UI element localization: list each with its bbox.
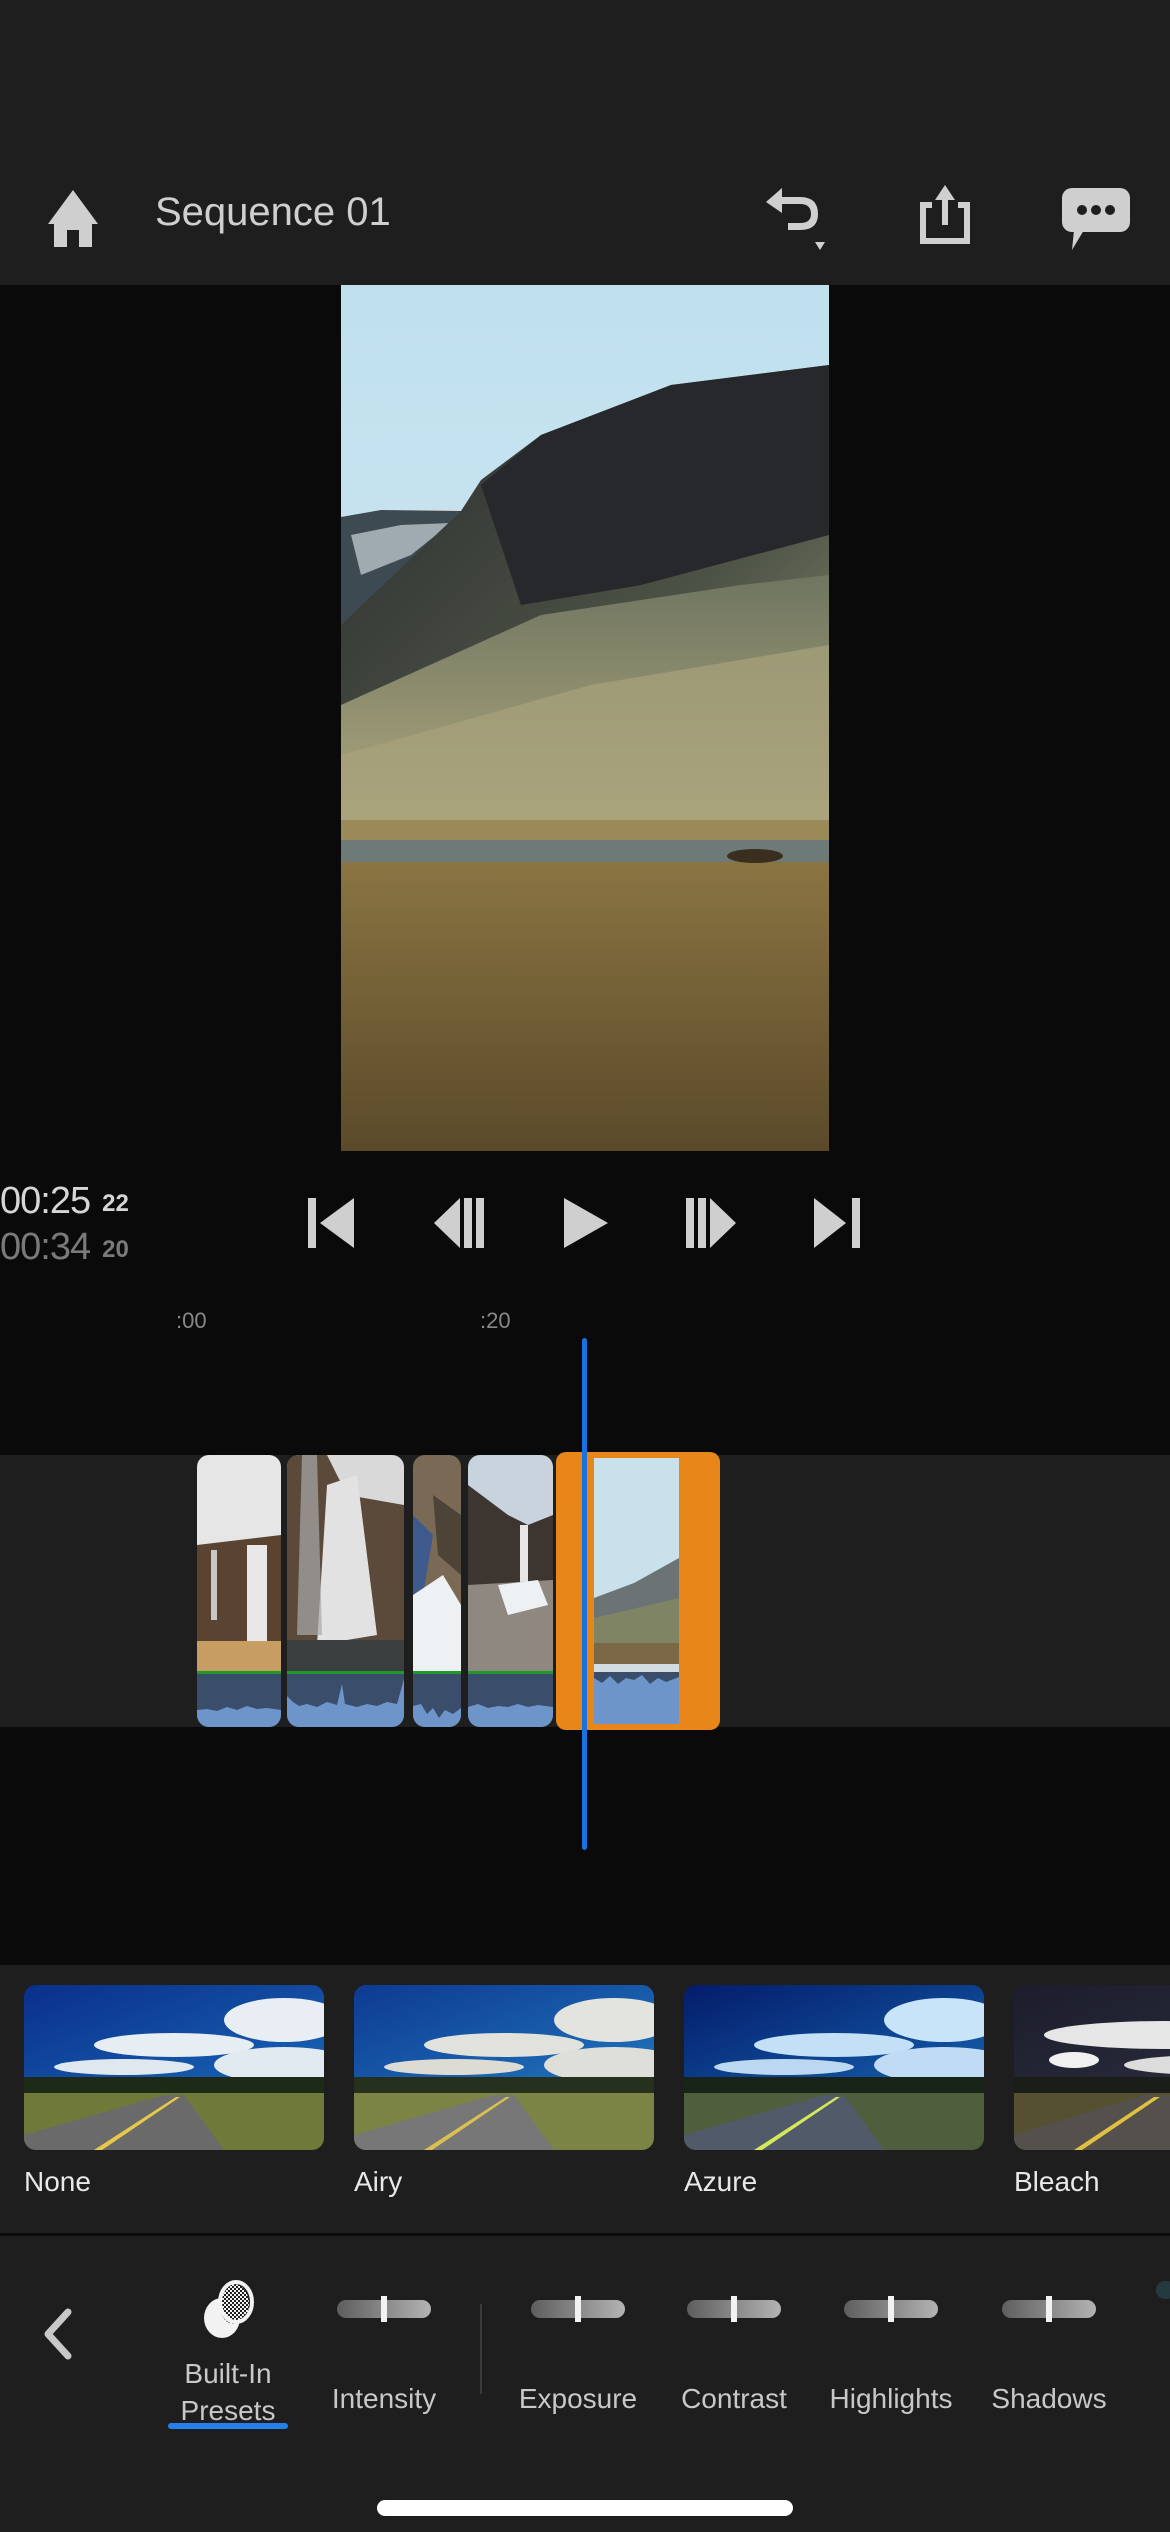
tool-label: Intensity bbox=[331, 2383, 437, 2414]
skip-to-start-icon bbox=[308, 1198, 354, 1248]
slider-icon bbox=[844, 2296, 938, 2322]
timeline-clip-waterfall-3[interactable] bbox=[468, 1455, 553, 1727]
timeline-clip-mountain-selected[interactable] bbox=[556, 1452, 720, 1730]
timeline-clip-snow-rock[interactable] bbox=[413, 1455, 461, 1727]
clip-thumbnail bbox=[594, 1458, 679, 1724]
chat-icon bbox=[1062, 188, 1130, 250]
tool-exposure[interactable]: Exposure bbox=[514, 2266, 642, 2417]
slider-icon bbox=[687, 2296, 781, 2322]
back-button[interactable] bbox=[38, 2306, 78, 2366]
slider-icon bbox=[1002, 2296, 1096, 2322]
slider-icon bbox=[337, 2296, 431, 2322]
tool-label: Exposure bbox=[518, 2383, 638, 2414]
preset-label: Airy bbox=[354, 2166, 403, 2197]
preset-thumbnail bbox=[684, 1985, 984, 2150]
step-back-icon bbox=[434, 1198, 484, 1248]
timeline-clip-waterfall-1[interactable] bbox=[197, 1455, 281, 1727]
clip-thumbnail bbox=[287, 1455, 404, 1671]
play-icon bbox=[564, 1198, 608, 1248]
preset-label: None bbox=[24, 2166, 91, 2197]
step-back-button[interactable] bbox=[432, 1195, 486, 1251]
tool-intensity[interactable]: Intensity bbox=[320, 2266, 448, 2417]
preset-thumbnail bbox=[24, 1985, 324, 2150]
preset-thumbnail bbox=[354, 1985, 654, 2150]
comments-button[interactable] bbox=[1060, 186, 1132, 254]
tool-highlights[interactable]: Highlights bbox=[822, 2266, 960, 2417]
video-preview[interactable] bbox=[341, 285, 829, 1151]
timeline-clip-waterfall-2[interactable] bbox=[287, 1455, 404, 1727]
share-icon bbox=[920, 185, 970, 244]
top-bar: Sequence 01 bbox=[0, 150, 1170, 285]
skip-to-end-icon bbox=[814, 1198, 860, 1248]
home-indicator[interactable] bbox=[377, 2500, 793, 2516]
play-button[interactable] bbox=[560, 1195, 612, 1251]
step-forward-button[interactable] bbox=[684, 1195, 740, 1251]
audio-waveform bbox=[197, 1674, 281, 1727]
audio-waveform bbox=[287, 1674, 404, 1727]
tool-built-in-presets[interactable]: Built-In Presets bbox=[170, 2266, 286, 2429]
preset-none[interactable]: None bbox=[24, 1985, 324, 2198]
tool-contrast[interactable]: Contrast bbox=[670, 2266, 798, 2417]
current-time: 00:25 bbox=[0, 1180, 91, 1222]
slider-icon bbox=[531, 2296, 625, 2322]
timecode-display: 00:25 22 00:34 20 bbox=[0, 1180, 129, 1272]
sequence-title[interactable]: Sequence 01 bbox=[155, 190, 391, 235]
audio-waveform bbox=[413, 1674, 461, 1727]
share-button[interactable] bbox=[910, 180, 980, 250]
tool-label: Shadows bbox=[991, 2383, 1107, 2414]
skip-to-start-button[interactable] bbox=[306, 1195, 358, 1251]
preset-label: Azure bbox=[684, 2166, 758, 2197]
active-tab-indicator bbox=[168, 2423, 288, 2429]
adjustment-toolbar: Built-In Presets Intensity Exposure Cont… bbox=[0, 2236, 1170, 2532]
ruler-label-20: :20 bbox=[480, 1308, 511, 1333]
skip-to-end-button[interactable] bbox=[810, 1195, 864, 1251]
clip-thumbnail bbox=[413, 1455, 461, 1671]
playhead[interactable] bbox=[582, 1338, 587, 1850]
tool-label: Built-In Presets bbox=[180, 2358, 276, 2426]
selected-clip-content bbox=[594, 1458, 679, 1724]
status-bar-area bbox=[0, 0, 1170, 150]
chevron-left-icon bbox=[44, 2308, 72, 2360]
undo-icon bbox=[766, 188, 825, 250]
ruler-label-00: :00 bbox=[176, 1308, 207, 1333]
total-frames: 20 bbox=[102, 1236, 129, 1263]
tool-partially-visible[interactable] bbox=[1156, 2281, 1170, 2299]
home-icon bbox=[48, 190, 98, 247]
mountain-scene-image bbox=[341, 285, 829, 1151]
tool-shadows[interactable]: Shadows bbox=[984, 2266, 1114, 2417]
preset-airy[interactable]: Airy bbox=[354, 1985, 654, 2198]
presets-strip: None Airy Azure Bleach bbox=[0, 1965, 1170, 2235]
preset-thumbnail bbox=[1014, 1985, 1170, 2150]
home-button[interactable] bbox=[38, 182, 108, 252]
toolbar-separator bbox=[480, 2304, 482, 2394]
preset-label: Bleach bbox=[1014, 2166, 1100, 2197]
presets-icon bbox=[204, 2280, 254, 2338]
total-duration: 00:34 bbox=[0, 1226, 91, 1268]
audio-waveform bbox=[468, 1674, 553, 1727]
tool-label: Contrast bbox=[681, 2383, 787, 2414]
clip-thumbnail bbox=[468, 1455, 553, 1671]
preset-azure[interactable]: Azure bbox=[684, 1985, 984, 2198]
step-forward-icon bbox=[686, 1198, 736, 1248]
preset-bleach[interactable]: Bleach bbox=[1014, 1985, 1170, 2198]
current-frames: 22 bbox=[102, 1190, 129, 1217]
undo-button[interactable] bbox=[758, 180, 838, 250]
clip-thumbnail bbox=[197, 1455, 281, 1671]
tool-label: Highlights bbox=[829, 2383, 953, 2414]
